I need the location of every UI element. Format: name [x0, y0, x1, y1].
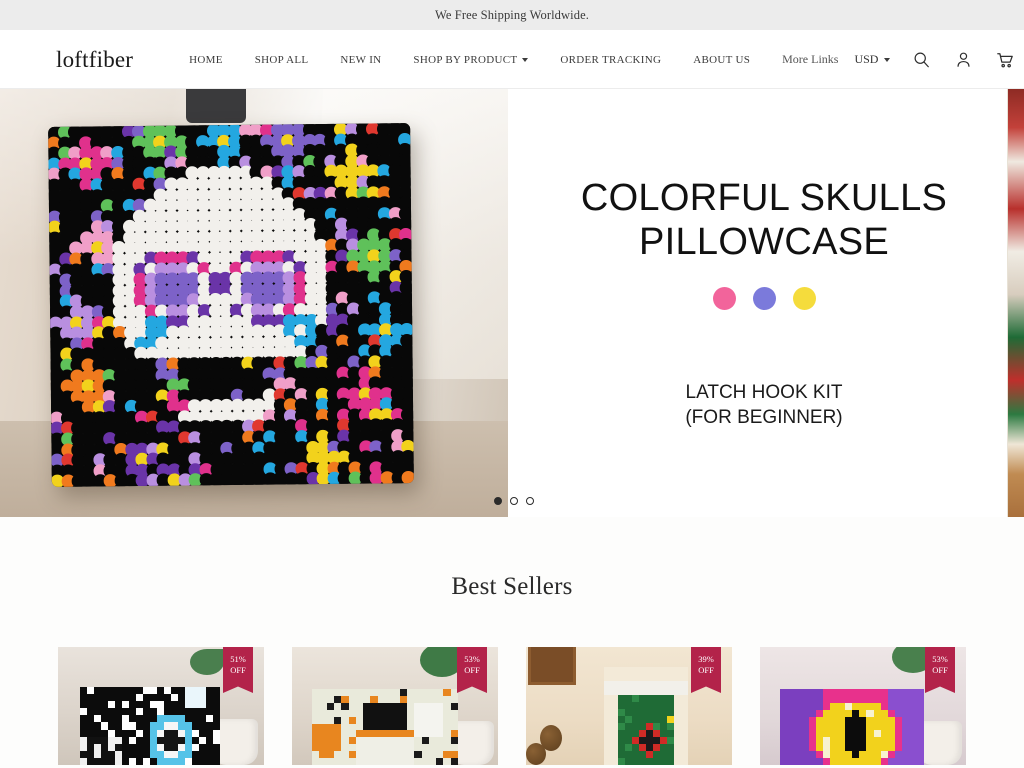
discount-badge: 39% OFF — [691, 647, 721, 693]
discount-percent: 51% — [230, 654, 246, 664]
carousel-dot-2[interactable] — [510, 497, 518, 505]
section-heading: Best Sellers — [451, 573, 573, 600]
product-mosaic — [312, 689, 458, 765]
swatch-yellow[interactable] — [792, 286, 816, 310]
nav-label: NEW IN — [340, 53, 382, 66]
product-grid: 51% OFF 53% OFF 39% OFF 53% OFF — [0, 647, 1024, 765]
swatch-periwinkle[interactable] — [752, 286, 776, 310]
nav-label: More Links — [782, 52, 839, 66]
discount-label: OFF — [230, 664, 246, 675]
nav-item-shop-all[interactable]: SHOP ALL — [239, 54, 325, 66]
discount-percent: 39% — [698, 654, 714, 664]
announcement-bar: We Free Shipping Worldwide. — [0, 0, 1024, 30]
hero-title-line-2: PILLOWCASE — [638, 221, 890, 264]
search-icon[interactable] — [910, 49, 932, 71]
discount-badge: 51% OFF — [223, 647, 253, 693]
currency-label: USD — [854, 52, 879, 66]
hero-copy: COLORFUL SKULLS PILLOWCASE LATCH HOOK KI… — [520, 89, 1024, 517]
nav-item-more-links[interactable]: More Links — [766, 52, 854, 67]
discount-label: OFF — [698, 664, 714, 675]
best-sellers-section: Best Sellers 51% OFF 53% OFF 39% OFF 53%… — [0, 517, 1024, 768]
discount-label: OFF — [932, 664, 948, 675]
product-mosaic — [604, 667, 688, 765]
nav-label: ABOUT US — [693, 53, 751, 66]
decor-plant — [190, 649, 224, 675]
hero-subtitle-line-2: (FOR BEGINNER) — [685, 406, 843, 428]
discount-badge: 53% OFF — [457, 647, 487, 693]
hero-subtitle: LATCH HOOK KIT (FOR BEGINNER) — [685, 380, 842, 431]
nav-label: ORDER TRACKING — [560, 53, 662, 66]
hero-product-pillow — [48, 123, 414, 487]
hero-title: COLORFUL SKULLS PILLOWCASE — [581, 176, 947, 265]
nav-item-shop-by-product[interactable]: SHOP BY PRODUCT — [397, 54, 544, 66]
currency-selector[interactable]: USD — [854, 52, 891, 67]
decor-box — [528, 647, 576, 685]
hero-subtitle-line-1: LATCH HOOK KIT — [685, 381, 843, 403]
carousel-dot-3[interactable] — [526, 497, 534, 505]
hero-plant-pot — [186, 89, 246, 123]
product-mosaic — [780, 689, 924, 765]
hero-title-line-1: COLORFUL SKULLS — [580, 176, 948, 219]
swatch-pink[interactable] — [712, 286, 736, 310]
discount-badge: 53% OFF — [925, 647, 955, 693]
decor-vase — [918, 721, 962, 765]
product-card[interactable]: 39% OFF — [526, 647, 732, 765]
main-navigation: HOME SHOP ALL NEW IN SHOP BY PRODUCT ORD… — [173, 52, 854, 67]
site-logo[interactable]: loftfiber — [56, 47, 133, 73]
skull-mosaic — [48, 123, 414, 487]
product-card[interactable]: 53% OFF — [292, 647, 498, 765]
next-slide-image — [1008, 89, 1024, 517]
hero-carousel: COLORFUL SKULLS PILLOWCASE LATCH HOOK KI… — [0, 89, 1024, 517]
site-header: loftfiber HOME SHOP ALL NEW IN SHOP BY P… — [0, 30, 1024, 89]
hero-image — [0, 89, 508, 517]
decor-pinecone — [526, 743, 546, 765]
nav-label: HOME — [189, 53, 223, 66]
product-mosaic — [80, 687, 220, 765]
product-card[interactable]: 51% OFF — [58, 647, 264, 765]
carousel-dots — [494, 497, 534, 505]
nav-label: SHOP BY PRODUCT — [413, 53, 518, 66]
nav-item-new-in[interactable]: NEW IN — [324, 54, 397, 66]
chevron-down-icon — [522, 57, 529, 62]
nav-item-order-tracking[interactable]: ORDER TRACKING — [544, 54, 677, 66]
cart-icon[interactable] — [994, 49, 1016, 71]
discount-percent: 53% — [464, 654, 480, 664]
color-swatches — [712, 286, 816, 310]
chevron-down-icon — [884, 57, 891, 62]
nav-item-about-us[interactable]: ABOUT US — [677, 54, 766, 66]
product-card[interactable]: 53% OFF — [760, 647, 966, 765]
nav-item-home[interactable]: HOME — [173, 54, 239, 66]
carousel-dot-1[interactable] — [494, 497, 502, 505]
announcement-text: We Free Shipping Worldwide. — [435, 7, 589, 22]
nav-label: SHOP ALL — [254, 53, 309, 66]
account-icon[interactable] — [952, 49, 974, 71]
discount-label: OFF — [464, 664, 480, 675]
hero-next-slide-preview[interactable] — [1007, 89, 1024, 517]
header-actions: USD — [854, 49, 1016, 71]
discount-percent: 53% — [932, 654, 948, 664]
